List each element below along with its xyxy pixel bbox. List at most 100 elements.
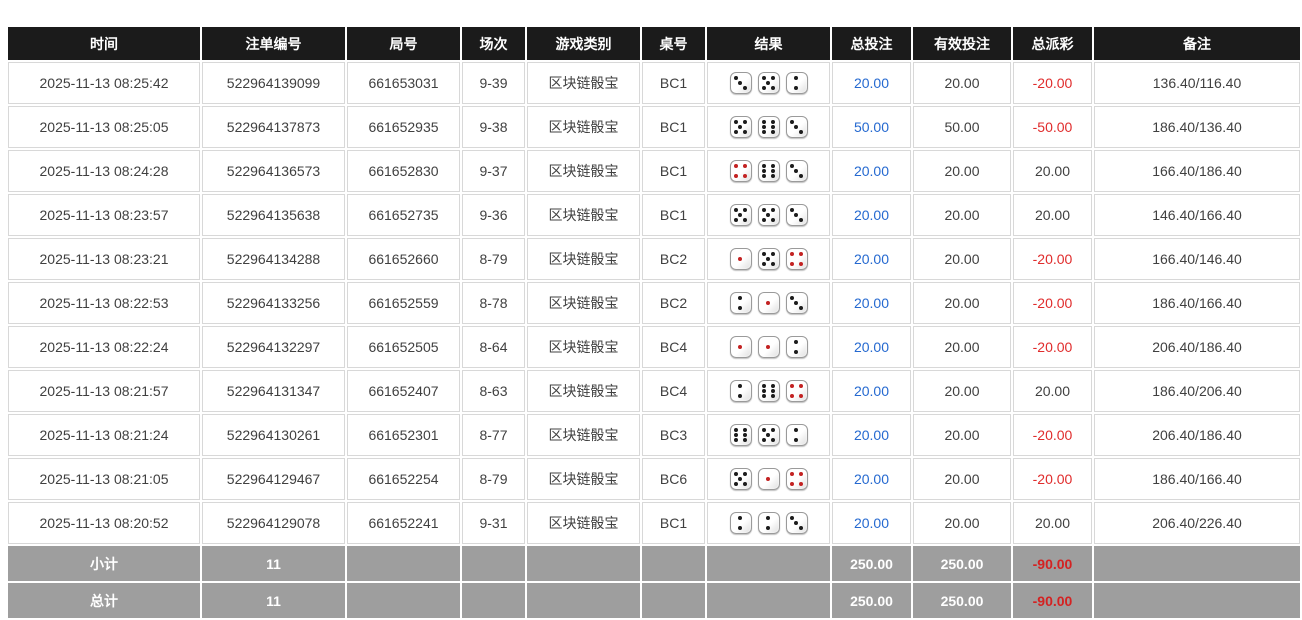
die-5-icon	[758, 248, 780, 270]
result-dice-cell	[707, 150, 830, 192]
table-row: 2025-11-13 08:21:24522964130261661652301…	[8, 414, 1300, 456]
cell-remark: 166.40/186.40	[1094, 150, 1300, 192]
cell-remark: 136.40/116.40	[1094, 62, 1300, 104]
summary-valid-bet: 250.00	[913, 546, 1011, 581]
cell-table_no: BC4	[642, 370, 705, 412]
die-pip-empty	[771, 349, 776, 354]
cell-valid_bet: 20.00	[913, 282, 1011, 324]
cell-time: 2025-11-13 08:21:05	[8, 458, 200, 500]
cell-valid_bet: 20.00	[913, 194, 1011, 236]
die-pip	[743, 130, 747, 134]
die-pip-empty	[799, 477, 804, 482]
summary-empty	[527, 546, 640, 581]
die-6-icon	[730, 424, 752, 446]
cell-table_no: BC2	[642, 238, 705, 280]
die-pip	[771, 125, 775, 129]
summary-valid-bet: 250.00	[913, 583, 1011, 618]
column-header-time: 时间	[8, 27, 200, 60]
die-pip	[771, 389, 775, 393]
die-pip	[799, 526, 803, 530]
die-pip	[743, 438, 747, 442]
die-pip	[799, 394, 803, 398]
die-pip-empty	[790, 349, 795, 354]
die-pip-empty	[771, 213, 776, 218]
result-dice-cell	[707, 414, 830, 456]
cell-total_bet: 20.00	[832, 150, 911, 192]
die-3-icon	[786, 160, 808, 182]
cell-total_bet: 20.00	[832, 502, 911, 544]
cell-valid_bet: 20.00	[913, 370, 1011, 412]
table-row: 2025-11-13 08:20:52522964129078661652241…	[8, 502, 1300, 544]
cell-payout: -50.00	[1013, 106, 1092, 148]
cell-total_bet: 20.00	[832, 194, 911, 236]
die-pip-empty	[771, 525, 776, 530]
cell-time: 2025-11-13 08:25:05	[8, 106, 200, 148]
die-pip	[743, 428, 747, 432]
summary-total-bet: 250.00	[832, 546, 911, 581]
cell-game: 区块链骰宝	[527, 414, 640, 456]
cell-time: 2025-11-13 08:25:42	[8, 62, 200, 104]
die-3-icon	[786, 512, 808, 534]
grand-total-row: 总计11250.00250.00-90.00	[8, 583, 1300, 618]
cell-remark: 146.40/166.40	[1094, 194, 1300, 236]
table-row: 2025-11-13 08:22:24522964132297661652505…	[8, 326, 1300, 368]
cell-time: 2025-11-13 08:20:52	[8, 502, 200, 544]
die-pip-empty	[738, 217, 743, 222]
summary-empty	[527, 583, 640, 618]
cell-valid_bet: 20.00	[913, 326, 1011, 368]
column-header-payout: 总派彩	[1013, 27, 1092, 60]
table-row: 2025-11-13 08:23:21522964134288661652660…	[8, 238, 1300, 280]
table-row: 2025-11-13 08:24:28522964136573661652830…	[8, 150, 1300, 192]
die-pip-empty	[743, 393, 748, 398]
cell-game: 区块链骰宝	[527, 502, 640, 544]
cell-valid_bet: 50.00	[913, 106, 1011, 148]
die-pip-empty	[738, 173, 743, 178]
die-3-icon	[730, 72, 752, 94]
cell-remark: 206.40/186.40	[1094, 326, 1300, 368]
column-header-round_no: 局号	[347, 27, 460, 60]
die-2-icon	[758, 512, 780, 534]
summary-empty	[347, 583, 460, 618]
die-pip	[799, 262, 803, 266]
die-3-icon	[786, 116, 808, 138]
cell-game: 区块链骰宝	[527, 370, 640, 412]
result-dice-cell	[707, 62, 830, 104]
die-pip-empty	[766, 217, 771, 222]
cell-round_no: 661652559	[347, 282, 460, 324]
die-pip-empty	[743, 125, 748, 130]
cell-round_no: 661652241	[347, 502, 460, 544]
die-1-icon	[758, 292, 780, 314]
cell-table_no: BC3	[642, 414, 705, 456]
summary-empty	[707, 546, 830, 581]
die-pip-empty	[794, 261, 799, 266]
cell-time: 2025-11-13 08:22:24	[8, 326, 200, 368]
die-pip-empty	[738, 437, 743, 442]
cell-bet_no: 522964137873	[202, 106, 345, 148]
die-pip-empty	[766, 437, 771, 442]
cell-session: 8-79	[462, 238, 525, 280]
die-3-icon	[786, 292, 808, 314]
cell-remark: 186.40/206.40	[1094, 370, 1300, 412]
die-1-icon	[730, 248, 752, 270]
die-pip-empty	[743, 81, 748, 86]
cell-table_no: BC1	[642, 150, 705, 192]
cell-session: 9-39	[462, 62, 525, 104]
result-dice-cell	[707, 502, 830, 544]
cell-game: 区块链骰宝	[527, 194, 640, 236]
result-dice-cell	[707, 238, 830, 280]
cell-session: 9-38	[462, 106, 525, 148]
cell-game: 区块链骰宝	[527, 150, 640, 192]
cell-time: 2025-11-13 08:21:24	[8, 414, 200, 456]
die-pip	[799, 218, 803, 222]
cell-round_no: 661652254	[347, 458, 460, 500]
cell-table_no: BC2	[642, 282, 705, 324]
die-pip-empty	[799, 521, 804, 526]
die-4-icon	[786, 248, 808, 270]
die-4-icon	[786, 380, 808, 402]
die-pip-empty	[743, 477, 748, 482]
cell-time: 2025-11-13 08:23:21	[8, 238, 200, 280]
cell-game: 区块链骰宝	[527, 62, 640, 104]
summary-empty	[347, 546, 460, 581]
die-5-icon	[730, 116, 752, 138]
die-pip-empty	[738, 481, 743, 486]
